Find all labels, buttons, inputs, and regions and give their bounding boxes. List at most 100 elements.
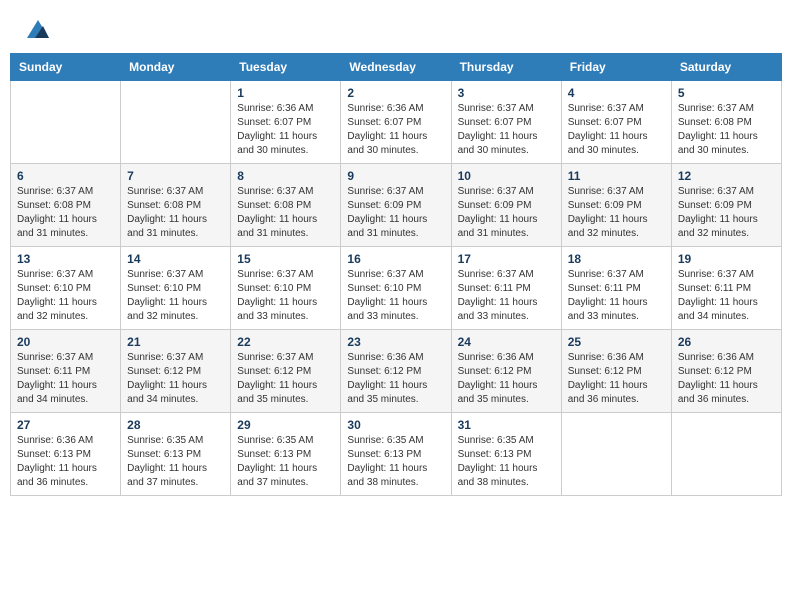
day-info: Sunrise: 6:37 AMSunset: 6:08 PMDaylight:… <box>17 185 114 241</box>
day-number: 20 <box>17 335 114 349</box>
calendar-cell: 1Sunrise: 6:36 AMSunset: 6:07 PMDaylight… <box>231 80 341 163</box>
day-number: 3 <box>458 86 555 100</box>
calendar-cell: 17Sunrise: 6:37 AMSunset: 6:11 PMDayligh… <box>451 246 561 329</box>
weekday-header-row: SundayMondayTuesdayWednesdayThursdayFrid… <box>11 53 782 80</box>
day-number: 14 <box>127 252 224 266</box>
calendar-table: SundayMondayTuesdayWednesdayThursdayFrid… <box>10 53 782 496</box>
day-number: 21 <box>127 335 224 349</box>
calendar-cell: 11 Sunrise: 6:37 AMSunset: 6:09 PMDayligh… <box>561 163 671 246</box>
day-info: Sunrise: 6:37 AMSunset: 6:10 PMDaylight:… <box>347 268 444 324</box>
day-info: Sunrise: 6:37 AMSunset: 6:08 PMDaylight:… <box>127 185 224 241</box>
day-info: Sunrise: 6:37 AMSunset: 6:11 PMDaylight:… <box>568 268 665 324</box>
calendar-cell: 12Sunrise: 6:37 AMSunset: 6:09 PMDayligh… <box>671 163 781 246</box>
day-info: Sunrise: 6:37 AMSunset: 6:08 PMDaylight:… <box>237 185 334 241</box>
calendar-cell: 13 Sunrise: 6:37 AMSunset: 6:10 PMDayligh… <box>11 246 121 329</box>
logo <box>25 20 49 43</box>
calendar-week-2: 6 Sunrise: 6:37 AMSunset: 6:08 PMDaylight… <box>11 163 782 246</box>
day-info: Sunrise: 6:35 AMSunset: 6:13 PMDaylight:… <box>347 434 444 490</box>
day-info: Sunrise: 6:37 AMSunset: 6:12 PMDaylight:… <box>127 351 224 407</box>
day-number: 10 <box>458 169 555 183</box>
calendar-cell: 5Sunrise: 6:37 AMSunset: 6:08 PMDaylight… <box>671 80 781 163</box>
day-number: 4 <box>568 86 665 100</box>
day-info: Sunrise: 6:36 AMSunset: 6:13 PMDaylight:… <box>17 434 114 490</box>
day-number: 18 <box>568 252 665 266</box>
weekday-header-sunday: Sunday <box>11 53 121 80</box>
day-info: Sunrise: 6:35 AMSunset: 6:13 PMDaylight:… <box>458 434 555 490</box>
calendar-cell: 21 Sunrise: 6:37 AMSunset: 6:12 PMDayligh… <box>121 329 231 412</box>
day-info: Sunrise: 6:35 AMSunset: 6:13 PMDaylight:… <box>237 434 334 490</box>
day-info: Sunrise: 6:37 AMSunset: 6:09 PMDaylight:… <box>678 185 775 241</box>
calendar-cell: 27 Sunrise: 6:36 AMSunset: 6:13 PMDayligh… <box>11 412 121 495</box>
calendar-week-3: 13 Sunrise: 6:37 AMSunset: 6:10 PMDayligh… <box>11 246 782 329</box>
calendar-cell: 19 Sunrise: 6:37 AMSunset: 6:11 PMDayligh… <box>671 246 781 329</box>
day-info: Sunrise: 6:36 AMSunset: 6:07 PMDaylight:… <box>347 102 444 158</box>
day-number: 25 <box>568 335 665 349</box>
day-number: 17 <box>458 252 555 266</box>
day-info: Sunrise: 6:37 AMSunset: 6:09 PMDaylight:… <box>347 185 444 241</box>
calendar-cell: 4 Sunrise: 6:37 AMSunset: 6:07 PMDaylight… <box>561 80 671 163</box>
calendar-cell: 15 Sunrise: 6:37 AMSunset: 6:10 PMDayligh… <box>231 246 341 329</box>
day-number: 23 <box>347 335 444 349</box>
day-number: 9 <box>347 169 444 183</box>
calendar-week-5: 27 Sunrise: 6:36 AMSunset: 6:13 PMDayligh… <box>11 412 782 495</box>
logo-icon <box>27 20 49 38</box>
day-info: Sunrise: 6:37 AMSunset: 6:09 PMDaylight:… <box>568 185 665 241</box>
day-info: Sunrise: 6:37 AMSunset: 6:11 PMDaylight:… <box>678 268 775 324</box>
weekday-header-saturday: Saturday <box>671 53 781 80</box>
calendar-cell: 26 Sunrise: 6:36 AMSunset: 6:12 PMDayligh… <box>671 329 781 412</box>
day-info: Sunrise: 6:36 AMSunset: 6:12 PMDaylight:… <box>347 351 444 407</box>
day-info: Sunrise: 6:36 AMSunset: 6:07 PMDaylight:… <box>237 102 334 158</box>
day-info: Sunrise: 6:37 AMSunset: 6:07 PMDaylight:… <box>568 102 665 158</box>
calendar-cell: 3 Sunrise: 6:37 AMSunset: 6:07 PMDaylight… <box>451 80 561 163</box>
calendar-cell: 16 Sunrise: 6:37 AMSunset: 6:10 PMDayligh… <box>341 246 451 329</box>
day-number: 30 <box>347 418 444 432</box>
day-number: 22 <box>237 335 334 349</box>
calendar-cell <box>671 412 781 495</box>
day-number: 29 <box>237 418 334 432</box>
day-number: 27 <box>17 418 114 432</box>
calendar-cell <box>11 80 121 163</box>
day-info: Sunrise: 6:37 AMSunset: 6:10 PMDaylight:… <box>237 268 334 324</box>
weekday-header-monday: Monday <box>121 53 231 80</box>
day-number: 24 <box>458 335 555 349</box>
day-info: Sunrise: 6:37 AMSunset: 6:10 PMDaylight:… <box>127 268 224 324</box>
day-info: Sunrise: 6:37 AMSunset: 6:12 PMDaylight:… <box>237 351 334 407</box>
calendar-cell: 10 Sunrise: 6:37 AMSunset: 6:09 PMDayligh… <box>451 163 561 246</box>
calendar-week-1: 1Sunrise: 6:36 AMSunset: 6:07 PMDaylight… <box>11 80 782 163</box>
day-info: Sunrise: 6:35 AMSunset: 6:13 PMDaylight:… <box>127 434 224 490</box>
calendar-cell: 20 Sunrise: 6:37 AMSunset: 6:11 PMDayligh… <box>11 329 121 412</box>
day-number: 13 <box>17 252 114 266</box>
calendar-cell: 24 Sunrise: 6:36 AMSunset: 6:12 PMDayligh… <box>451 329 561 412</box>
day-info: Sunrise: 6:37 AMSunset: 6:11 PMDaylight:… <box>17 351 114 407</box>
weekday-header-friday: Friday <box>561 53 671 80</box>
calendar-cell: 23 Sunrise: 6:36 AMSunset: 6:12 PMDayligh… <box>341 329 451 412</box>
calendar-cell: 9 Sunrise: 6:37 AMSunset: 6:09 PMDaylight… <box>341 163 451 246</box>
weekday-header-thursday: Thursday <box>451 53 561 80</box>
calendar-cell: 31Sunrise: 6:35 AMSunset: 6:13 PMDayligh… <box>451 412 561 495</box>
day-number: 16 <box>347 252 444 266</box>
day-info: Sunrise: 6:37 AMSunset: 6:09 PMDaylight:… <box>458 185 555 241</box>
day-info: Sunrise: 6:36 AMSunset: 6:12 PMDaylight:… <box>458 351 555 407</box>
day-number: 6 <box>17 169 114 183</box>
day-number: 7 <box>127 169 224 183</box>
day-number: 11 <box>568 169 665 183</box>
weekday-header-wednesday: Wednesday <box>341 53 451 80</box>
day-number: 26 <box>678 335 775 349</box>
day-info: Sunrise: 6:37 AMSunset: 6:10 PMDaylight:… <box>17 268 114 324</box>
day-number: 19 <box>678 252 775 266</box>
calendar-cell: 8Sunrise: 6:37 AMSunset: 6:08 PMDaylight… <box>231 163 341 246</box>
day-number: 2 <box>347 86 444 100</box>
day-info: Sunrise: 6:36 AMSunset: 6:12 PMDaylight:… <box>568 351 665 407</box>
calendar-cell: 30 Sunrise: 6:35 AMSunset: 6:13 PMDayligh… <box>341 412 451 495</box>
page-header <box>10 10 782 48</box>
day-info: Sunrise: 6:37 AMSunset: 6:07 PMDaylight:… <box>458 102 555 158</box>
day-number: 28 <box>127 418 224 432</box>
calendar-cell: 18 Sunrise: 6:37 AMSunset: 6:11 PMDayligh… <box>561 246 671 329</box>
calendar-cell: 29 Sunrise: 6:35 AMSunset: 6:13 PMDayligh… <box>231 412 341 495</box>
calendar-cell: 2 Sunrise: 6:36 AMSunset: 6:07 PMDaylight… <box>341 80 451 163</box>
calendar-cell <box>561 412 671 495</box>
day-number: 15 <box>237 252 334 266</box>
calendar-cell: 25 Sunrise: 6:36 AMSunset: 6:12 PMDayligh… <box>561 329 671 412</box>
day-info: Sunrise: 6:37 AMSunset: 6:08 PMDaylight:… <box>678 102 775 158</box>
day-info: Sunrise: 6:36 AMSunset: 6:12 PMDaylight:… <box>678 351 775 407</box>
